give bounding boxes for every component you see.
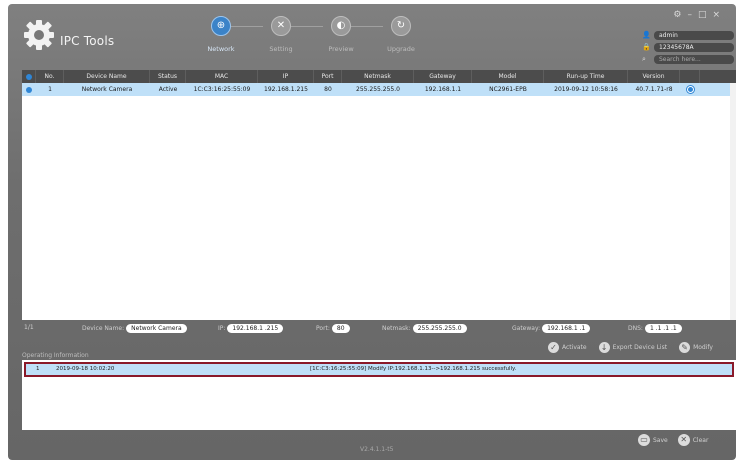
netmask-field[interactable]: 255.255.255.0 bbox=[412, 324, 467, 333]
log-row[interactable]: 1 2019-09-18 10:02:20 [1C:C3:16:25:55:09… bbox=[24, 362, 734, 377]
activate-icon: ✓ bbox=[548, 342, 559, 353]
app-title: IPC Tools bbox=[60, 34, 115, 48]
maximize-icon[interactable]: □ bbox=[698, 10, 713, 20]
select-all-checkbox[interactable] bbox=[22, 70, 36, 83]
column-header[interactable]: Run-up Time bbox=[544, 70, 628, 83]
open-browser-icon[interactable] bbox=[680, 83, 700, 96]
search-icon: ⌕ bbox=[642, 54, 646, 63]
search-input[interactable]: Search here... bbox=[654, 54, 734, 64]
log-message: [1C:C3:16:25:55:09] Modify IP:192.168.1.… bbox=[310, 366, 517, 372]
log-number: 1 bbox=[36, 366, 40, 372]
clear-button[interactable]: ✕ Clear bbox=[677, 434, 709, 446]
log-time: 2019-09-18 10:02:20 bbox=[56, 366, 115, 372]
table-header: No. Device Name Status MAC IP Port Netma… bbox=[22, 70, 736, 83]
step-setting[interactable]: ✕ Setting bbox=[251, 16, 311, 53]
column-header[interactable]: Netmask bbox=[342, 70, 414, 83]
column-header[interactable]: Gateway bbox=[414, 70, 472, 83]
ip-label: IP: bbox=[218, 325, 226, 332]
device-name-field[interactable]: Network Camera bbox=[126, 324, 187, 333]
activate-label: Activate bbox=[562, 344, 587, 351]
table-cell: 1C:C3:16:25:55:09 bbox=[193, 86, 251, 93]
password-field[interactable]: 12345678A bbox=[654, 42, 734, 52]
step-label: Network bbox=[207, 45, 235, 53]
dns-field[interactable]: 1 .1 .1 .1 bbox=[644, 324, 682, 333]
wrench-icon: ✕ bbox=[271, 16, 291, 36]
save-icon: ▭ bbox=[638, 434, 650, 446]
table-cell: 80 bbox=[324, 86, 332, 93]
netmask-label: Netmask: bbox=[382, 325, 411, 332]
step-preview[interactable]: ◐ Preview bbox=[311, 16, 371, 53]
step-label: Preview bbox=[328, 45, 354, 53]
step-upgrade[interactable]: ↻ Upgrade bbox=[371, 16, 431, 53]
close-icon[interactable]: × bbox=[712, 10, 726, 20]
step-label: Setting bbox=[269, 45, 293, 53]
step-navigation: ⊕ Network ✕ Setting ◐ Preview ↻ Upgrade bbox=[188, 16, 428, 62]
user-icon: 👤 bbox=[642, 31, 651, 39]
column-header[interactable]: Model bbox=[472, 70, 544, 83]
globe-icon: ⊕ bbox=[211, 16, 231, 36]
footer-buttons: ▭ Save ✕ Clear bbox=[638, 434, 708, 446]
column-header[interactable]: Version bbox=[628, 70, 680, 83]
table-cell: 40.7.1.71-r8 bbox=[635, 86, 673, 93]
clear-label: Clear bbox=[692, 436, 709, 444]
column-header[interactable]: No. bbox=[36, 70, 64, 83]
lock-icon: 🔒 bbox=[642, 43, 651, 51]
username-field[interactable]: admin bbox=[654, 30, 734, 40]
row-checkbox[interactable] bbox=[22, 83, 36, 96]
login-panel: 👤 admin 🔒 12345678A ⌕ Search here... bbox=[642, 30, 734, 66]
modify-label: Modify bbox=[693, 344, 713, 351]
upgrade-icon: ↻ bbox=[391, 16, 411, 36]
port-field[interactable]: 80 bbox=[331, 324, 350, 333]
column-header bbox=[680, 70, 700, 83]
column-header[interactable]: Status bbox=[150, 70, 186, 83]
app-window: IPC Tools ⊕ Network ✕ Setting ◐ Preview … bbox=[8, 4, 736, 460]
table-cell: 192.168.1.215 bbox=[264, 86, 308, 93]
operating-log: 1 2019-09-18 10:02:20 [1C:C3:16:25:55:09… bbox=[22, 360, 736, 430]
step-network[interactable]: ⊕ Network bbox=[191, 16, 251, 53]
table-row[interactable]: 1 Network Camera Active 1C:C3:16:25:55:0… bbox=[22, 83, 736, 96]
column-header[interactable]: Port bbox=[314, 70, 342, 83]
device-edit-bar: 1/1 Device Name: Network Camera IP: 192.16… bbox=[22, 322, 736, 336]
activate-button[interactable]: ✓ Activate bbox=[548, 342, 587, 353]
minimize-icon[interactable]: – bbox=[687, 10, 698, 20]
gateway-label: Gateway: bbox=[512, 325, 541, 332]
column-header[interactable]: MAC bbox=[186, 70, 258, 83]
gateway-field[interactable]: 192.168.1 .1 bbox=[542, 324, 591, 333]
table-cell: 255.255.255.0 bbox=[356, 86, 400, 93]
table-cell: Active bbox=[158, 86, 178, 93]
ip-field[interactable]: 192.168.1 .215 bbox=[227, 324, 284, 333]
dns-label: DNS: bbox=[628, 325, 643, 332]
step-label: Upgrade bbox=[387, 45, 415, 53]
page-indicator: 1/1 bbox=[24, 324, 34, 331]
modify-button[interactable]: ✎ Modify bbox=[679, 342, 713, 353]
gear-logo-icon bbox=[24, 20, 54, 50]
clear-icon: ✕ bbox=[677, 434, 690, 446]
export-label: Export Device List bbox=[612, 344, 668, 351]
window-controls: ⚙–□× bbox=[673, 10, 726, 20]
table-cell: NC2961-EPB bbox=[489, 86, 527, 93]
export-device-list-button[interactable]: ↓ Export Device List bbox=[598, 342, 668, 353]
save-label: Save bbox=[653, 436, 668, 444]
column-header[interactable]: IP bbox=[258, 70, 314, 83]
table-cell: 192.168.1.1 bbox=[424, 86, 462, 93]
action-buttons: ✓ Activate ↓ Export Device List ✎ Modify bbox=[548, 342, 713, 353]
table-cell: 1 bbox=[48, 86, 52, 93]
preview-icon: ◐ bbox=[331, 16, 351, 36]
download-icon: ↓ bbox=[598, 342, 610, 353]
table-cell: 2019-09-12 10:58:16 bbox=[554, 86, 618, 93]
save-button[interactable]: ▭ Save bbox=[638, 434, 668, 446]
settings-icon[interactable]: ⚙ bbox=[673, 10, 687, 20]
version-label: V2.4.1.1-t5 bbox=[360, 446, 394, 453]
modify-icon: ✎ bbox=[679, 342, 691, 353]
table-cell: Network Camera bbox=[81, 86, 133, 93]
device-table: No. Device Name Status MAC IP Port Netma… bbox=[22, 70, 736, 320]
port-label: Port: bbox=[316, 325, 330, 332]
operating-info-label: Operating Information bbox=[22, 352, 89, 359]
column-header[interactable]: Device Name bbox=[64, 70, 150, 83]
device-name-label: Device Name: bbox=[82, 325, 125, 332]
scrollbar[interactable] bbox=[730, 83, 736, 320]
